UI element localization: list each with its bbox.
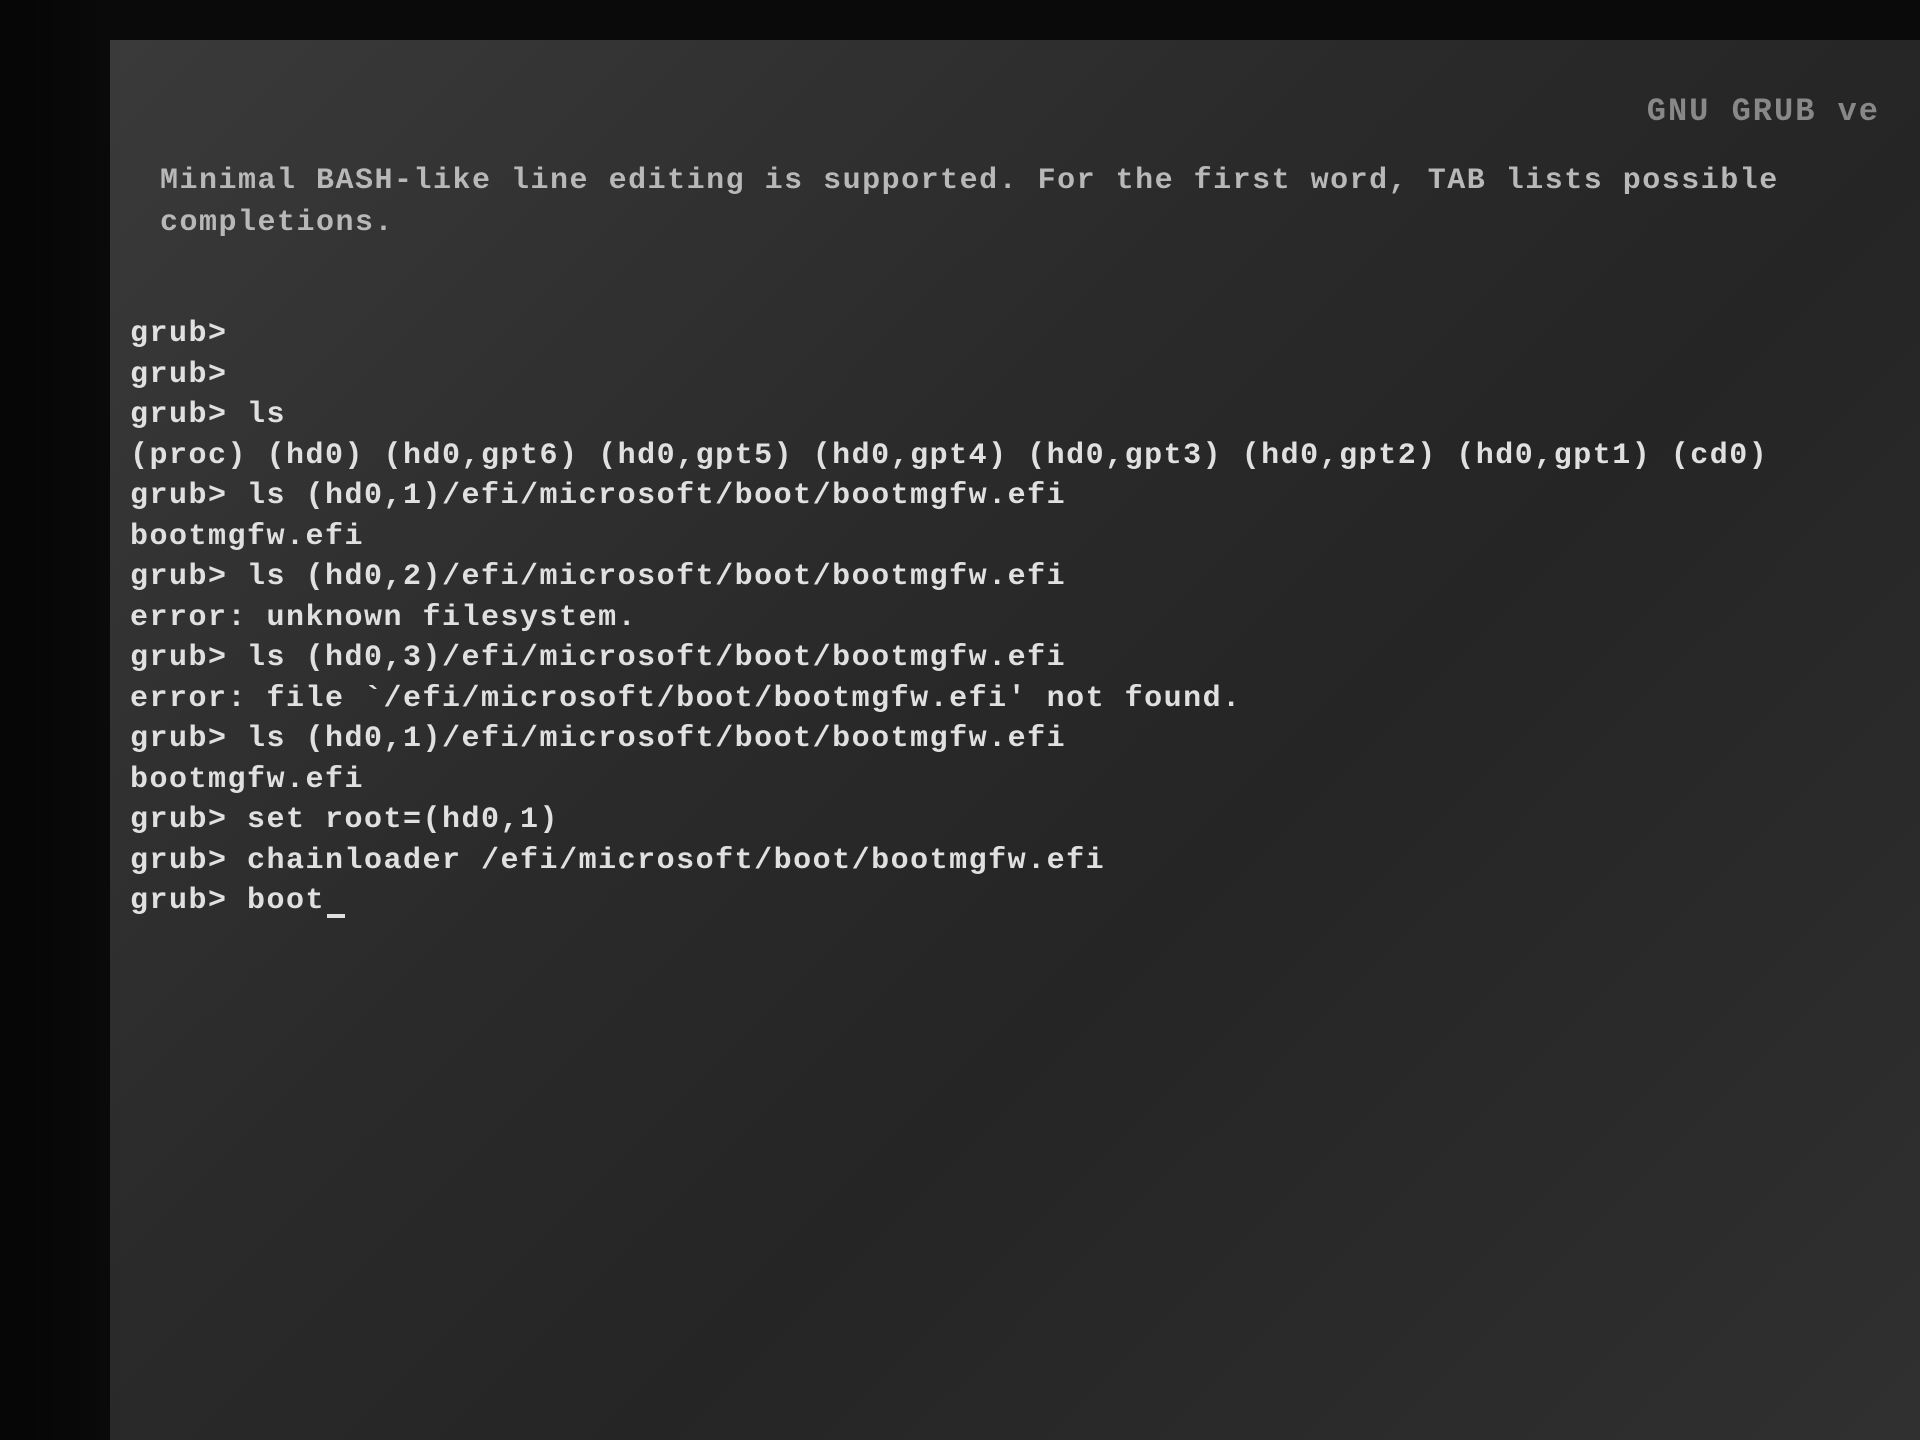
help-line-2: completions. [160,202,1900,244]
grub-prompt-line: grub> boot [130,881,1900,922]
grub-output-line: error: unknown filesystem. [130,598,1900,639]
grub-prompt-line: grub> ls (hd0,1)/efi/microsoft/boot/boot… [130,719,1900,760]
grub-terminal-screen[interactable]: GNU GRUB ve Minimal BASH-like line editi… [110,40,1920,1440]
grub-prompt-line: grub> ls (hd0,2)/efi/microsoft/boot/boot… [130,557,1900,598]
grub-output-line: (proc) (hd0) (hd0,gpt6) (hd0,gpt5) (hd0,… [130,436,1900,477]
grub-help-text: Minimal BASH-like line editing is suppor… [160,160,1900,244]
grub-output-line: bootmgfw.efi [130,760,1900,801]
grub-output-line: bootmgfw.efi [130,517,1900,558]
grub-prompt-line: grub> ls (hd0,3)/efi/microsoft/boot/boot… [130,638,1900,679]
grub-prompt-line: grub> ls [130,395,1900,436]
grub-prompt-line: grub> ls (hd0,1)/efi/microsoft/boot/boot… [130,476,1900,517]
grub-prompt-line: grub> [130,314,1900,355]
monitor-bezel-top [0,0,1920,40]
grub-prompt-line: grub> chainloader /efi/microsoft/boot/bo… [130,841,1900,882]
text-cursor [327,914,345,918]
grub-prompt-line: grub> set root=(hd0,1) [130,800,1900,841]
terminal-output-area: grub>grub>grub> ls(proc) (hd0) (hd0,gpt6… [130,314,1900,922]
grub-output-line: error: file `/efi/microsoft/boot/bootmgf… [130,679,1900,720]
monitor-bezel-left [0,0,110,1440]
grub-header-title: GNU GRUB ve [1647,90,1880,133]
grub-prompt-line: grub> [130,355,1900,396]
help-line-1: Minimal BASH-like line editing is suppor… [160,160,1900,202]
